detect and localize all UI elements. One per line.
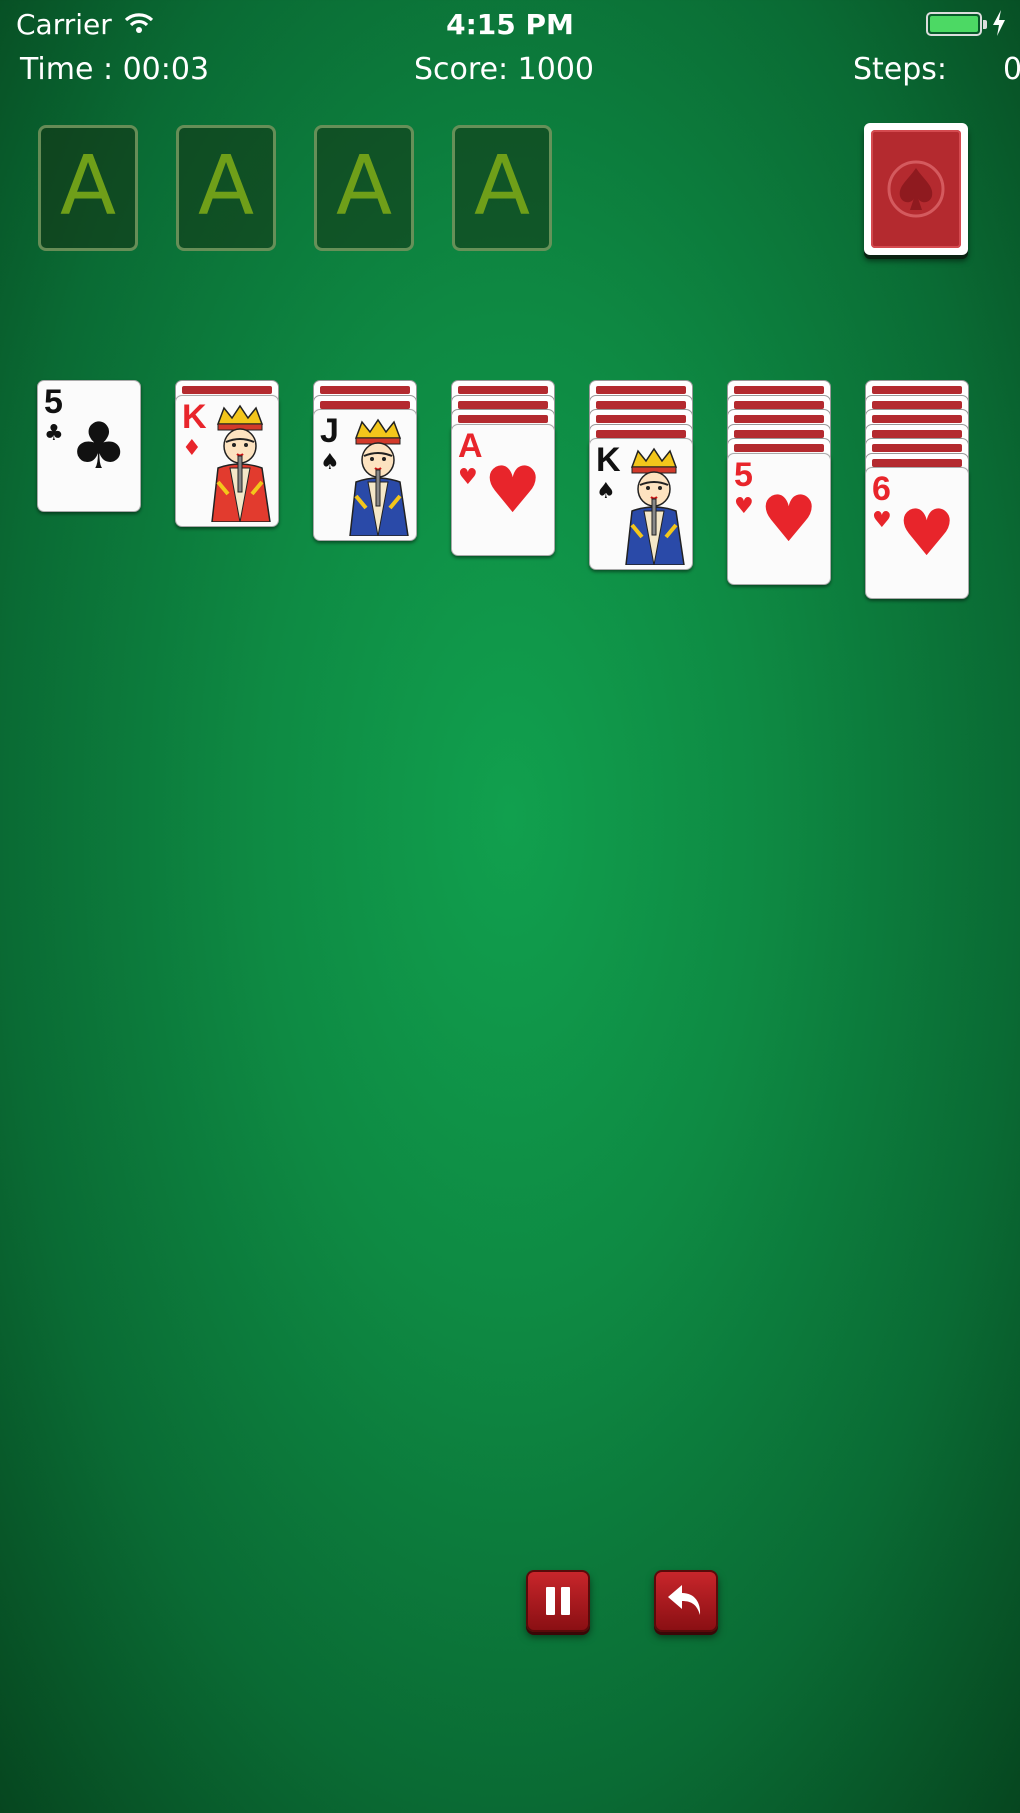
- card-suit-small: ♥: [734, 493, 754, 519]
- score-label: Score: 1000: [414, 52, 595, 87]
- tableau-card-col-6[interactable]: 5 ♥ ♥: [727, 452, 831, 585]
- spade-icon: [887, 160, 945, 218]
- tableau-card-col-1[interactable]: 5 ♣ ♣: [37, 380, 141, 512]
- card-suit-small: ♣: [44, 421, 64, 446]
- undo-icon: [668, 1585, 701, 1615]
- court-figure-icon: [349, 418, 409, 536]
- foundation-placeholder-letter: A: [335, 139, 393, 234]
- card-back: [871, 130, 961, 248]
- card-rank: K: [596, 441, 621, 479]
- tableau-card-col-7[interactable]: 6 ♥ ♥: [865, 467, 969, 599]
- tableau-card-col-5[interactable]: K ♠: [589, 438, 693, 570]
- charging-bolt-icon: [992, 10, 1006, 40]
- steps-label: Steps:: [853, 52, 948, 87]
- card-suit-large: ♥: [484, 453, 542, 528]
- steps-value: 0: [1003, 52, 1020, 87]
- timer-label: Time : 00:03: [20, 52, 210, 87]
- foundation-placeholder-letter: A: [197, 139, 255, 234]
- card-rank: 6: [872, 470, 891, 508]
- steps-display: Steps: 0: [853, 52, 1020, 87]
- card-rank: J: [320, 412, 339, 450]
- stock-pile[interactable]: [864, 123, 968, 255]
- card-rank: A: [458, 426, 483, 465]
- card-suit-large: ♣: [70, 410, 128, 484]
- battery-icon: [926, 12, 987, 36]
- status-bar: Carrier 4:15 PM: [0, 0, 1020, 50]
- tableau-card-col-2[interactable]: K ♦: [175, 394, 279, 527]
- card-suit-large: ♥: [898, 497, 956, 571]
- card-suit-large: ♥: [760, 482, 818, 557]
- card-suit-small: ♦: [182, 435, 202, 461]
- status-clock: 4:15 PM: [446, 8, 574, 41]
- card-rank: 5: [734, 455, 753, 494]
- card-rank: 5: [44, 383, 63, 421]
- foundation-pile-4[interactable]: A: [452, 125, 552, 251]
- pause-icon: [546, 1587, 570, 1615]
- foundation-placeholder-letter: A: [473, 139, 531, 234]
- foundation-pile-3[interactable]: A: [314, 125, 414, 251]
- foundation-placeholder-letter: A: [59, 139, 117, 234]
- court-figure-icon: [211, 404, 271, 522]
- card-suit-small: ♥: [872, 508, 892, 533]
- tableau-card-col-4[interactable]: A ♥ ♥: [451, 423, 555, 556]
- tableau-card-col-3[interactable]: J ♠: [313, 409, 417, 541]
- pause-button[interactable]: [526, 1570, 590, 1632]
- card-suit-small: ♠: [596, 479, 616, 504]
- card-suit-small: ♥: [458, 464, 478, 490]
- card-rank: K: [182, 397, 207, 436]
- undo-button[interactable]: [654, 1570, 718, 1632]
- card-suit-small: ♠: [320, 450, 340, 475]
- foundation-pile-2[interactable]: A: [176, 125, 276, 251]
- court-figure-icon: [625, 447, 685, 565]
- foundation-pile-1[interactable]: A: [38, 125, 138, 251]
